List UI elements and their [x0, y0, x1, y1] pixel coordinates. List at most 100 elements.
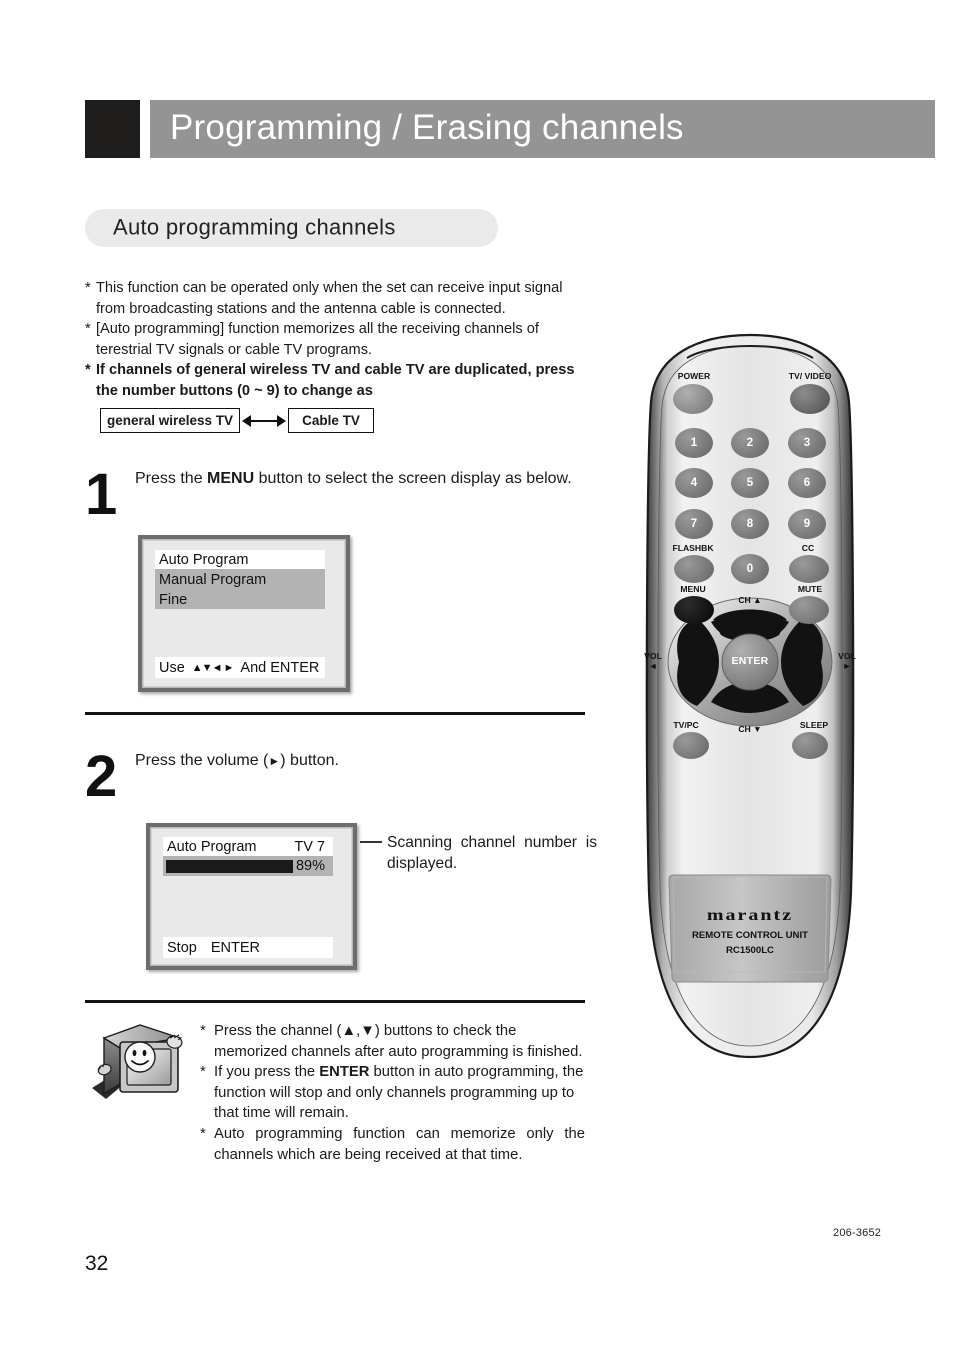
osd-footer-stop: Stop	[167, 939, 197, 956]
step-1-instruction: Press the MENU button to select the scre…	[135, 468, 585, 489]
step-1-number: 1	[85, 462, 118, 527]
osd-footer-use: Use	[159, 659, 185, 676]
label-cc: CC	[801, 543, 815, 553]
osd-progress-title-row: Auto Program TV 7	[163, 837, 333, 856]
number-label-2: 2	[746, 437, 754, 449]
number-button-7[interactable]: 7	[675, 509, 713, 539]
power-button[interactable]	[673, 384, 713, 414]
tv-pc-button[interactable]	[673, 732, 709, 759]
label-menu: MENU	[680, 584, 706, 594]
number-label-5: 5	[746, 477, 754, 489]
label-sleep: SLEEP	[799, 720, 829, 730]
osd-item-auto-program[interactable]: Auto Program	[155, 550, 325, 569]
bullet-asterisk: *	[200, 1023, 206, 1039]
brand-line-2: RC1500LC	[726, 945, 774, 956]
number-label-6: 6	[803, 477, 811, 489]
page-header: Programming / Erasing channels	[85, 100, 935, 158]
intro-note: * If channels of general wireless TV and…	[85, 360, 590, 401]
number-button-5[interactable]: 5	[731, 468, 769, 498]
bullet-asterisk: *	[85, 321, 91, 338]
label-flashbk: FLASHBK	[672, 543, 714, 553]
number-button-8[interactable]: 8	[731, 509, 769, 539]
label-tv-video: TV/ VIDEO	[788, 371, 832, 381]
number-label-7: 7	[690, 518, 698, 530]
bullet-asterisk: *	[85, 362, 91, 379]
step-2-number: 2	[85, 744, 118, 809]
osd-item-manual-program[interactable]: Manual Program	[159, 570, 325, 590]
osd-footer-enter: And ENTER	[240, 659, 320, 676]
bullet-asterisk: *	[200, 1125, 206, 1142]
vol-left-arrow-icon: ◄	[648, 661, 658, 671]
osd-progress-channel: TV 7	[294, 838, 325, 855]
flashbk-button[interactable]	[674, 555, 714, 583]
step-2-text-pre: Press the volume (	[135, 752, 269, 769]
bottom-note: * If you press the ENTER button in auto …	[200, 1062, 585, 1124]
osd-footer-arrows-icon: ▲▼◄ ►	[191, 661, 235, 674]
sleep-button[interactable]	[792, 732, 828, 759]
general-wireless-tv-box: general wireless TV	[100, 408, 240, 433]
label-power: POWER	[677, 371, 711, 381]
number-button-9[interactable]: 9	[788, 509, 826, 539]
number-button-4[interactable]: 4	[675, 468, 713, 498]
divider-1	[85, 712, 585, 715]
channel-swap-diagram: general wireless TV Cable TV	[100, 408, 374, 433]
progress-percent-label: 89%	[295, 858, 326, 874]
step-2-instruction: Press the volume (►) button.	[135, 750, 585, 772]
bottom-note: * Auto programming function can memorize…	[200, 1124, 585, 1165]
label-ch-down: CH ▼	[738, 724, 762, 734]
double-arrow-icon	[240, 408, 288, 433]
bottom-note-bold: ENTER	[319, 1064, 370, 1081]
bottom-note-text: Press the channel (▲,▼) buttons to check…	[214, 1023, 583, 1060]
label-vol-right: VOL	[838, 651, 856, 661]
menu-button[interactable]	[674, 596, 714, 624]
bottom-note: * Press the channel (▲,▼) buttons to che…	[200, 1021, 585, 1062]
callout-leader-line	[360, 841, 382, 843]
enter-button-label[interactable]: ENTER	[722, 655, 778, 667]
bullet-asterisk: *	[200, 1064, 206, 1081]
page-number: 32	[85, 1252, 109, 1275]
number-label-8: 8	[746, 518, 754, 530]
osd-screen-progress: Auto Program TV 7 89% Stop ENTER	[146, 823, 357, 970]
number-label-1: 1	[690, 437, 698, 449]
remote-control-illustration: POWER TV/ VIDEO 1 2 3 4 5 6 7 8 9 FLASHB…	[625, 332, 875, 1060]
osd-footer-hint: Use ▲▼◄ ► And ENTER	[155, 657, 325, 678]
osd-footer-enter-btn: ENTER	[210, 939, 260, 956]
osd-progress-footer: Stop ENTER	[163, 937, 333, 958]
number-label-9: 9	[803, 518, 811, 530]
header-black-square	[85, 100, 140, 158]
osd-item-fine[interactable]: Fine	[159, 590, 325, 610]
tv-video-button[interactable]	[790, 384, 830, 414]
number-label-0: 0	[746, 563, 754, 575]
mute-button[interactable]	[789, 596, 829, 624]
step-1-text-pre: Press the	[135, 470, 208, 487]
number-button-0[interactable]: 0	[731, 554, 769, 584]
bottom-note-pre: If you press the	[214, 1064, 320, 1081]
bottom-note-text: If you press the ENTER button in auto pr…	[214, 1062, 585, 1124]
osd-progress-bar-row: 89%	[163, 856, 333, 876]
callout-text: Scanning channel number is displayed.	[387, 834, 597, 872]
number-button-2[interactable]: 2	[731, 428, 769, 458]
intro-note-text: [Auto programming] function memorizes al…	[96, 321, 539, 358]
label-tv-pc: TV/PC	[673, 720, 699, 730]
number-button-1[interactable]: 1	[675, 428, 713, 458]
cc-button[interactable]	[789, 555, 829, 583]
number-button-6[interactable]: 6	[788, 468, 826, 498]
number-label-4: 4	[690, 477, 698, 489]
page-title: Programming / Erasing channels	[170, 108, 684, 148]
osd-items-group[interactable]: Manual Program Fine	[155, 569, 325, 609]
intro-note: * [Auto programming] function memorizes …	[85, 319, 590, 360]
progress-bar-fill	[166, 859, 293, 873]
intro-note-text: If channels of general wireless TV and c…	[96, 362, 575, 399]
bullet-asterisk: *	[85, 280, 91, 296]
document-number: 206-3652	[833, 1227, 882, 1239]
step-1-text-bold: MENU	[207, 470, 255, 487]
bottom-notes: * Press the channel (▲,▼) buttons to che…	[200, 1021, 585, 1165]
right-arrow-icon: ►	[268, 754, 281, 768]
vol-right-arrow-icon: ►	[842, 661, 852, 671]
section-title-pill: Auto programming channels	[85, 209, 498, 247]
step-1-text-post: button to select the screen display as b…	[254, 470, 572, 487]
brand-logo: marantz	[706, 906, 794, 924]
number-button-3[interactable]: 3	[788, 428, 826, 458]
intro-notes: * This function can be operated only whe…	[85, 278, 590, 402]
tv-mascot-icon	[84, 1020, 192, 1106]
